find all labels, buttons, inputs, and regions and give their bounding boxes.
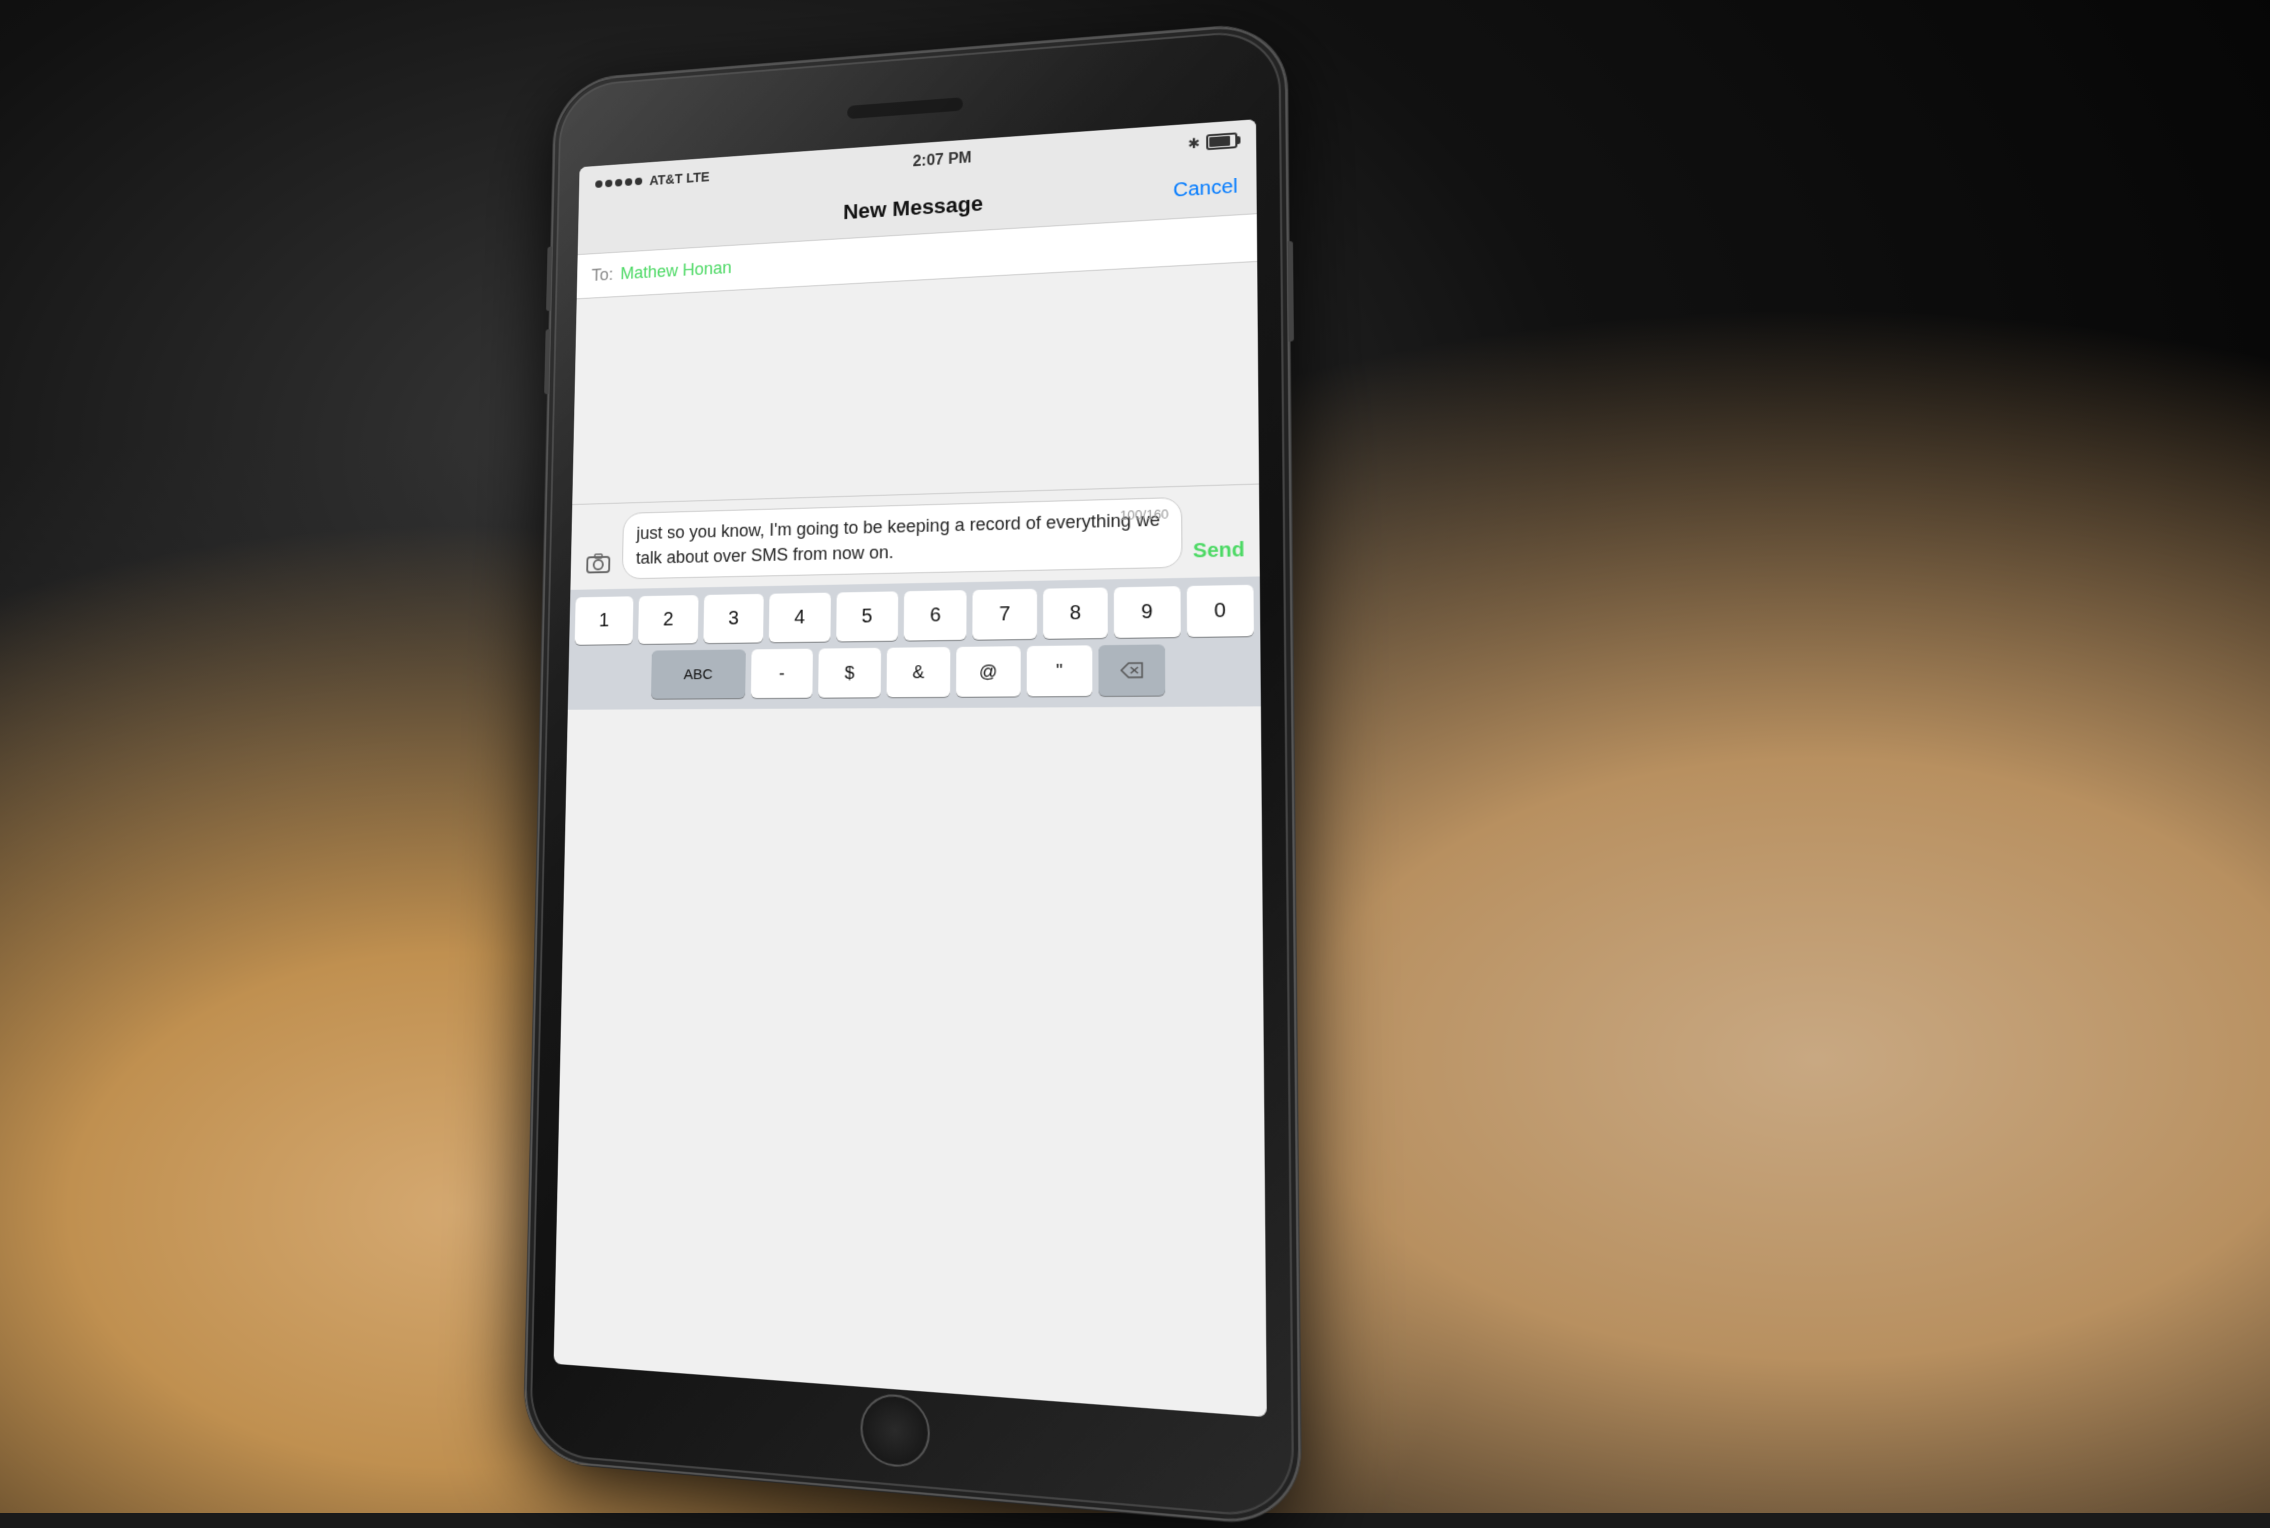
camera-button[interactable] — [582, 546, 616, 581]
clock: 2:07 PM — [913, 150, 972, 171]
carrier-label: AT&T LTE — [649, 169, 709, 188]
nav-title: New Message — [843, 191, 983, 225]
phone-wrapper: AT&T LTE 2:07 PM ✱ New Message Cancel To… — [523, 22, 1301, 1528]
char-count: 100/160 — [1120, 506, 1169, 522]
home-button[interactable] — [860, 1392, 930, 1469]
message-input[interactable]: just so you know, I'm going to be keepin… — [622, 497, 1183, 580]
signal-dot-1 — [595, 180, 602, 188]
cancel-button[interactable]: Cancel — [1173, 176, 1238, 203]
key-2[interactable]: 2 — [638, 595, 698, 644]
phone-screen: AT&T LTE 2:07 PM ✱ New Message Cancel To… — [554, 119, 1267, 1417]
key-0[interactable]: 0 — [1186, 585, 1254, 637]
earpiece — [847, 97, 963, 119]
keyboard: 1 2 3 4 5 6 7 8 9 0 ABC - $ & @ — [568, 577, 1261, 710]
battery-fill — [1209, 136, 1230, 147]
volume-down-button[interactable] — [544, 329, 550, 394]
key-7[interactable]: 7 — [973, 589, 1037, 640]
key-ampersand[interactable]: & — [887, 647, 951, 697]
signal-dot-3 — [615, 179, 622, 187]
signal-dot-4 — [625, 178, 632, 186]
power-button[interactable] — [1288, 241, 1294, 342]
key-4[interactable]: 4 — [769, 593, 831, 643]
phone-body: AT&T LTE 2:07 PM ✱ New Message Cancel To… — [523, 22, 1301, 1528]
signal-dot-5 — [635, 177, 642, 185]
to-label: To: — [591, 265, 613, 286]
key-dash[interactable]: - — [751, 649, 813, 698]
key-delete[interactable] — [1098, 645, 1165, 697]
key-1[interactable]: 1 — [575, 596, 634, 645]
key-dollar[interactable]: $ — [818, 648, 881, 698]
signal-strength — [595, 177, 642, 188]
send-button[interactable]: Send — [1191, 535, 1247, 568]
signal-dot-2 — [605, 179, 612, 187]
status-right: ✱ — [1188, 132, 1238, 152]
keyboard-row-symbols: ABC - $ & @ " — [574, 644, 1255, 700]
keyboard-row-numbers: 1 2 3 4 5 6 7 8 9 0 — [575, 585, 1254, 645]
key-quote[interactable]: " — [1027, 645, 1093, 696]
bluetooth-icon: ✱ — [1188, 134, 1200, 151]
key-abc[interactable]: ABC — [651, 650, 746, 699]
key-3[interactable]: 3 — [703, 594, 764, 643]
message-body-area — [572, 262, 1259, 504]
compose-row: just so you know, I'm going to be keepin… — [582, 495, 1247, 580]
key-at[interactable]: @ — [956, 646, 1021, 697]
key-8[interactable]: 8 — [1043, 588, 1108, 639]
battery-icon — [1206, 132, 1237, 150]
key-6[interactable]: 6 — [904, 590, 967, 641]
key-5[interactable]: 5 — [836, 592, 898, 642]
message-text: just so you know, I'm going to be keepin… — [636, 506, 1167, 570]
status-left: AT&T LTE — [595, 169, 709, 192]
volume-up-button[interactable] — [546, 247, 552, 311]
recipient-name: Mathew Honan — [620, 258, 732, 284]
key-9[interactable]: 9 — [1114, 586, 1180, 638]
